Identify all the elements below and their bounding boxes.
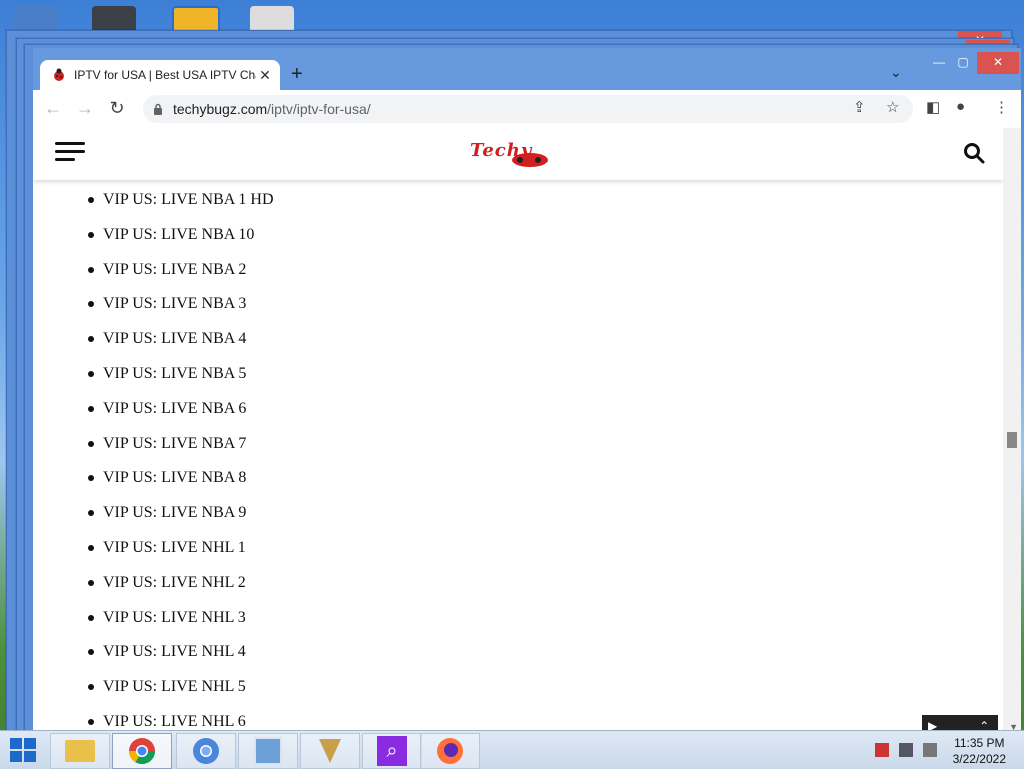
minimize-button[interactable]: — bbox=[929, 52, 949, 74]
channel-list-item: VIP US: LIVE NBA 6 bbox=[87, 398, 246, 420]
channel-list-item: VIP US: LIVE NBA 7 bbox=[87, 433, 246, 455]
channel-list-item: VIP US: LIVE NHL 1 bbox=[88, 537, 246, 559]
taskbar-chrome[interactable] bbox=[112, 733, 172, 769]
app-icon bbox=[319, 739, 341, 763]
channel-list-item: VIP US: LIVE NHL 2 bbox=[88, 572, 246, 594]
volume-muted-icon[interactable] bbox=[923, 743, 937, 757]
browser-window: IPTV for USA | Best USA IPTV Cha ✕ + ⌄ —… bbox=[33, 48, 1021, 732]
page-scrollbar[interactable]: ▼ bbox=[1003, 128, 1021, 732]
firefox-icon bbox=[437, 738, 463, 764]
channel-list-item: VIP US: LIVE NBA 2 bbox=[87, 259, 246, 281]
flag-notification-icon[interactable] bbox=[875, 743, 889, 757]
channel-list-item: VIP US: LIVE NHL 3 bbox=[88, 607, 246, 629]
tab-title: IPTV for USA | Best USA IPTV Cha bbox=[74, 68, 256, 82]
url-host: techybugz.com bbox=[173, 101, 268, 117]
scrollbar-thumb[interactable] bbox=[1007, 432, 1017, 448]
channel-list-item: VIP US: LIVE NBA 4 bbox=[87, 328, 246, 350]
clock-date: 3/22/2022 bbox=[952, 752, 1006, 766]
channel-list-item: VIP US: LIVE NBA 5 bbox=[87, 363, 246, 385]
search-icon[interactable] bbox=[963, 142, 985, 164]
system-clock[interactable]: 11:35 PM 3/22/2022 bbox=[953, 735, 1006, 767]
close-button[interactable]: ✕ bbox=[977, 52, 1019, 74]
channel-list-item: VIP US: LIVE NHL 4 bbox=[88, 641, 246, 663]
search-app-icon: ⌕ bbox=[377, 736, 407, 766]
maximize-button[interactable]: ▢ bbox=[953, 52, 973, 74]
channel-list-item: VIP US: LIVE NBA 1 HD bbox=[88, 189, 274, 211]
profile-avatar-icon[interactable]: ● bbox=[956, 98, 965, 115]
bookmark-star-icon[interactable]: ☆ bbox=[886, 98, 899, 116]
taskbar-app[interactable] bbox=[300, 733, 360, 769]
taskbar: ⌕ 11:35 PM 3/22/2022 bbox=[0, 730, 1024, 769]
web-page: Techy VIP US: LIVE NBA 1 HD VIP US: LIVE … bbox=[33, 128, 1021, 732]
control-panel-icon bbox=[254, 737, 282, 765]
channel-list-item: VIP US: LIVE NBA 10 bbox=[87, 224, 254, 246]
channel-list-item: VIP US: LIVE NBA 3 bbox=[87, 293, 246, 315]
tab-strip: IPTV for USA | Best USA IPTV Cha ✕ + ⌄ —… bbox=[33, 48, 1021, 90]
taskbar-control-panel[interactable] bbox=[238, 733, 298, 769]
share-icon[interactable]: ⇪ bbox=[853, 98, 866, 116]
new-tab-button[interactable]: + bbox=[291, 63, 303, 86]
ladybug-logo-icon bbox=[512, 153, 548, 167]
chromium-icon bbox=[193, 738, 219, 764]
menu-kebab-icon[interactable]: ⋮ bbox=[994, 98, 1009, 116]
site-logo[interactable]: Techy bbox=[470, 140, 566, 168]
taskbar-firefox[interactable] bbox=[420, 733, 480, 769]
channel-list-item: VIP US: LIVE NBA 9 bbox=[87, 502, 246, 524]
file-explorer-icon bbox=[65, 740, 95, 762]
url-path: /iptv/iptv-for-usa/ bbox=[267, 101, 371, 117]
channel-list-item: VIP US: LIVE NBA 8 bbox=[87, 467, 246, 489]
chrome-icon bbox=[128, 738, 156, 765]
taskbar-chromium[interactable] bbox=[176, 733, 236, 769]
network-icon[interactable] bbox=[899, 743, 913, 757]
clock-time: 11:35 PM bbox=[954, 736, 1005, 750]
forward-arrow-icon[interactable]: → bbox=[69, 98, 101, 119]
tab-iptv-for-usa[interactable]: IPTV for USA | Best USA IPTV Cha ✕ bbox=[40, 60, 280, 90]
hamburger-menu-icon[interactable] bbox=[55, 142, 85, 164]
browser-toolbar: ← → ↻ techybugz.com/iptv/iptv-for-usa/ ⇪… bbox=[33, 90, 1021, 128]
reload-icon[interactable]: ↻ bbox=[101, 98, 133, 119]
site-header: Techy bbox=[33, 128, 1003, 180]
tab-search-chevron-icon[interactable]: ⌄ bbox=[890, 64, 902, 81]
taskbar-search-app[interactable]: ⌕ bbox=[362, 733, 422, 769]
tab-close-icon[interactable]: ✕ bbox=[256, 67, 274, 84]
taskbar-file-explorer[interactable] bbox=[50, 733, 110, 769]
channel-list-item: VIP US: LIVE NHL 6 bbox=[88, 711, 246, 732]
url-text: techybugz.com/iptv/iptv-for-usa/ bbox=[173, 101, 371, 117]
channel-list-item: VIP US: LIVE NHL 5 bbox=[88, 676, 246, 698]
article-content: VIP US: LIVE NBA 1 HD VIP US: LIVE NBA 10… bbox=[33, 180, 1003, 732]
address-bar[interactable]: techybugz.com/iptv/iptv-for-usa/ bbox=[143, 95, 913, 123]
windows-start-icon[interactable] bbox=[10, 738, 36, 762]
side-panel-icon[interactable]: ◧ bbox=[926, 98, 940, 116]
back-arrow-icon[interactable]: ← bbox=[37, 98, 69, 119]
ladybug-favicon-icon bbox=[54, 68, 64, 81]
lock-icon bbox=[154, 103, 162, 115]
